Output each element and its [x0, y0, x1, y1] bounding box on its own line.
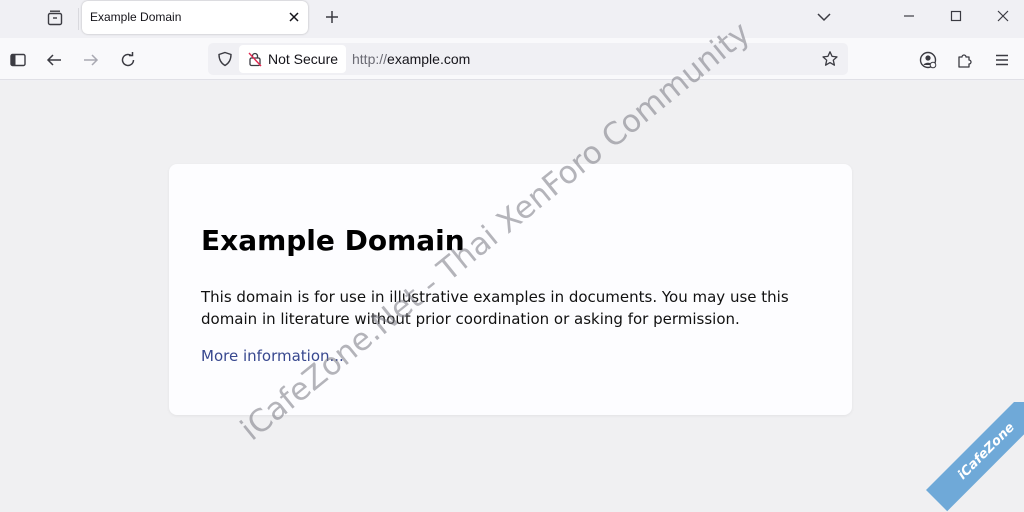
insecure-lock-icon	[247, 51, 263, 67]
tab-overview-button[interactable]	[40, 4, 70, 32]
forward-button[interactable]	[77, 46, 105, 74]
reload-icon	[121, 52, 135, 67]
account-button[interactable]	[914, 46, 942, 74]
sidebar-button[interactable]	[4, 46, 32, 74]
ribbon-band: iCafeZone	[926, 402, 1024, 512]
tab-example-domain[interactable]: Example Domain	[82, 1, 308, 34]
tracking-protection-button[interactable]	[214, 48, 236, 70]
app-menu-button[interactable]	[988, 46, 1016, 74]
ribbon-text: iCafeZone	[954, 419, 1018, 483]
window-close-button[interactable]	[988, 3, 1018, 29]
minimize-icon	[904, 15, 914, 17]
tab-overview-icon	[47, 10, 63, 26]
new-tab-button[interactable]	[320, 5, 344, 29]
tab-close-button[interactable]	[286, 9, 302, 25]
back-arrow-icon	[46, 54, 61, 66]
tab-strip: Example Domain	[0, 0, 1024, 38]
sidebar-icon	[10, 53, 26, 67]
forward-arrow-icon	[84, 54, 99, 66]
star-icon	[822, 51, 838, 66]
site-identity-button[interactable]: Not Secure	[239, 45, 346, 73]
extensions-button[interactable]	[951, 46, 979, 74]
not-secure-label: Not Secure	[268, 51, 339, 67]
url-scheme: http://	[352, 51, 388, 67]
puzzle-icon	[958, 54, 972, 68]
minimize-button[interactable]	[894, 3, 924, 29]
url-input[interactable]: http://example.com	[352, 51, 470, 67]
account-icon	[919, 51, 937, 69]
page-heading: Example Domain	[201, 224, 465, 257]
page-description: This domain is for use in illustrative e…	[201, 288, 789, 328]
tab-separator	[78, 8, 79, 30]
url-host: example.com	[387, 51, 471, 67]
url-bar[interactable]: Not Secure http://example.com	[208, 43, 848, 75]
window-close-icon	[997, 10, 1009, 22]
maximize-icon	[950, 10, 962, 22]
reload-button[interactable]	[114, 46, 142, 74]
watermark-ribbon: iCafeZone	[914, 402, 1024, 512]
plus-icon	[326, 11, 338, 23]
maximize-button[interactable]	[941, 3, 971, 29]
navigation-toolbar: Not Secure http://example.com	[0, 38, 1024, 80]
bookmark-button[interactable]	[820, 49, 840, 69]
tab-title: Example Domain	[90, 10, 182, 24]
close-icon	[289, 12, 299, 22]
more-information-link[interactable]: More information...	[201, 347, 344, 365]
shield-icon	[218, 51, 232, 67]
hamburger-menu-icon	[996, 54, 1008, 66]
page-content: Example Domain This domain is for use in…	[0, 81, 1024, 512]
back-button[interactable]	[40, 46, 68, 74]
list-all-tabs-button[interactable]	[812, 5, 836, 29]
content-card: Example Domain This domain is for use in…	[169, 164, 852, 415]
chevron-down-icon	[817, 13, 831, 22]
